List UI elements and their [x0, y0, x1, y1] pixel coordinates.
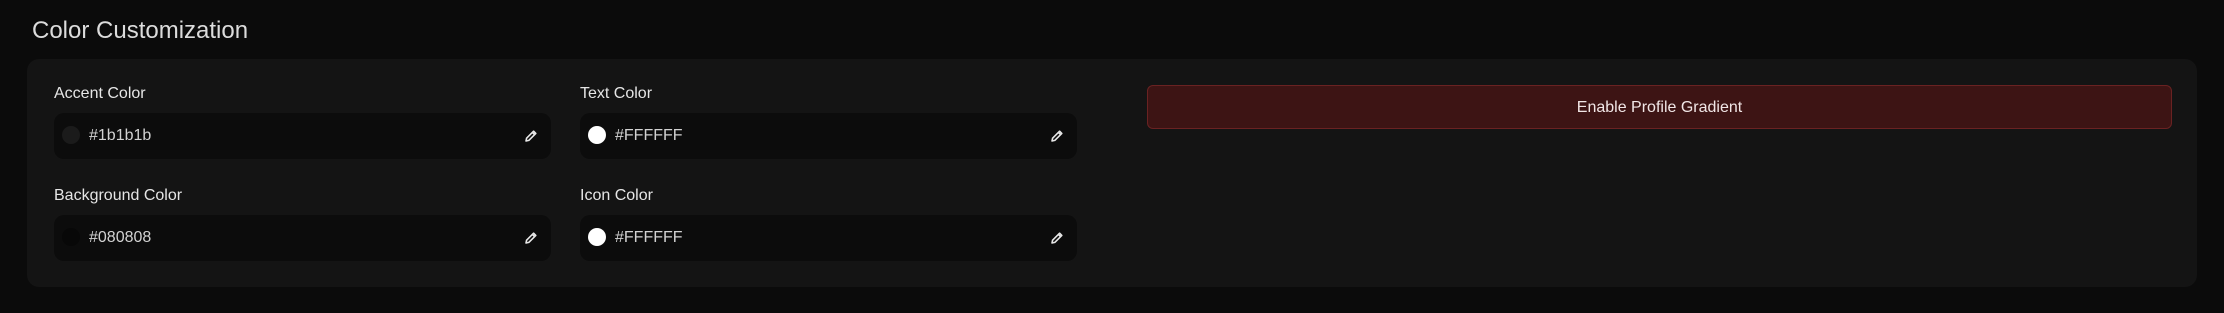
text-color-field: Text Color #FFFFFF — [580, 84, 1077, 159]
background-color-label: Background Color — [54, 187, 183, 204]
background-color-input[interactable]: #080808 — [54, 215, 551, 261]
enable-profile-gradient-button[interactable]: Enable Profile Gradient — [1147, 85, 2172, 129]
section-title: Color Customization — [32, 17, 249, 44]
icon-color-field: Icon Color #FFFFFF — [580, 186, 1077, 261]
accent-color-field: Accent Color #1b1b1b — [54, 84, 551, 159]
background-color-value[interactable]: #080808 — [89, 228, 151, 248]
accent-color-value[interactable]: #1b1b1b — [89, 126, 151, 146]
pencil-icon[interactable] — [1047, 126, 1067, 146]
pencil-icon[interactable] — [521, 126, 541, 146]
text-color-value[interactable]: #FFFFFF — [615, 126, 683, 146]
accent-color-label: Accent Color — [54, 85, 146, 102]
pencil-icon[interactable] — [521, 228, 541, 248]
text-color-label: Text Color — [580, 85, 653, 102]
icon-color-value[interactable]: #FFFFFF — [615, 228, 683, 248]
text-color-input[interactable]: #FFFFFF — [580, 113, 1077, 159]
text-color-swatch[interactable] — [588, 126, 606, 144]
color-customization-panel: Accent Color #1b1b1b Text Color #FFFFFF … — [27, 59, 2197, 287]
icon-color-swatch[interactable] — [588, 228, 606, 246]
pencil-icon[interactable] — [1047, 228, 1067, 248]
icon-color-input[interactable]: #FFFFFF — [580, 215, 1077, 261]
accent-color-swatch[interactable] — [62, 126, 80, 144]
background-color-swatch[interactable] — [62, 228, 80, 246]
background-color-field: Background Color #080808 — [54, 186, 551, 261]
accent-color-input[interactable]: #1b1b1b — [54, 113, 551, 159]
icon-color-label: Icon Color — [580, 187, 653, 204]
